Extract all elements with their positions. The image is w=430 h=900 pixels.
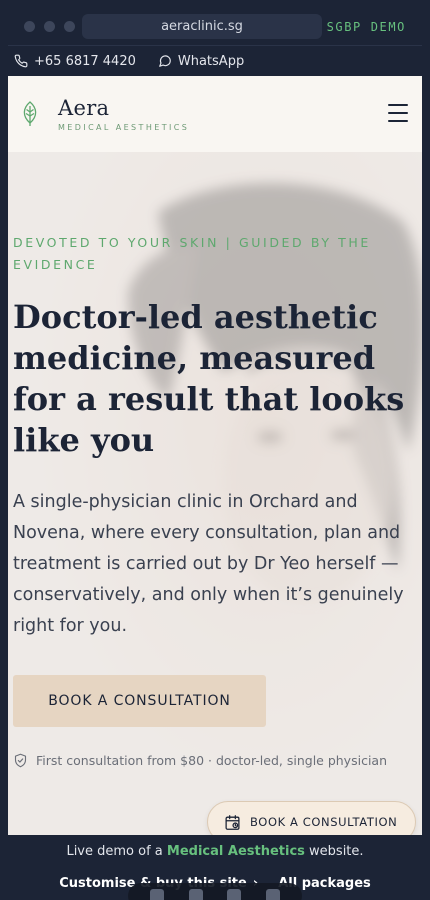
calendar-icon (225, 814, 240, 830)
floating-book-label: BOOK A CONSULTATION (250, 815, 398, 829)
window-controls (24, 21, 75, 32)
whatsapp-link[interactable]: WhatsApp (158, 54, 244, 69)
whatsapp-label: WhatsApp (177, 53, 245, 69)
bottom-dock (128, 883, 302, 900)
hamburger-icon (388, 120, 408, 122)
demo-suffix: website. (304, 844, 364, 859)
brand[interactable]: Aera MEDICAL AESTHETICS (58, 96, 189, 132)
menu-button[interactable] (388, 104, 408, 122)
window-dot-icon[interactable] (64, 21, 75, 32)
brand-tagline: MEDICAL AESTHETICS (58, 123, 190, 132)
browser-bar: aeraclinic.sg SGBP DEMO (8, 8, 422, 45)
hero-title: Doctor-led aesthetic medicine, measured … (13, 298, 405, 459)
hamburger-icon (388, 104, 408, 106)
hero-section: DEVOTED TO YOUR SKIN | GUIDED BY THE EVI… (8, 152, 422, 835)
dock-app-icon[interactable] (265, 889, 280, 900)
demo-banner: Live demo of a Medical Aesthetics websit… (0, 835, 430, 900)
phone-link[interactable]: +65 6817 4420 (14, 54, 136, 69)
book-consultation-button[interactable]: BOOK A CONSULTATION (13, 675, 266, 727)
demo-prefix: Live demo of a (66, 844, 167, 859)
hamburger-icon (388, 112, 408, 114)
shield-check-icon (14, 753, 27, 768)
phone-icon (14, 54, 28, 68)
demo-highlight: Medical Aesthetics (166, 844, 305, 859)
phone-number: +65 6817 4420 (34, 53, 136, 69)
dock-app-icon[interactable] (188, 889, 203, 900)
dock-app-icon[interactable] (150, 889, 165, 900)
contact-bar: +65 6817 4420 WhatsApp (8, 45, 422, 76)
assurance-note: First consultation from $80 · doctor-led… (13, 753, 387, 768)
demo-message: Live demo of a Medical Aesthetics websit… (0, 844, 430, 859)
hero-eyebrow: DEVOTED TO YOUR SKIN | GUIDED BY THE EVI… (13, 235, 371, 272)
assurance-text: First consultation from $80 · doctor-led… (36, 753, 387, 768)
leaf-logo-icon[interactable] (20, 101, 40, 127)
site-header: Aera MEDICAL AESTHETICS (8, 76, 422, 152)
hero-lead: A single-physician clinic in Orchard and… (13, 492, 404, 636)
address-bar[interactable]: aeraclinic.sg (82, 14, 322, 39)
window-dot-icon[interactable] (44, 21, 55, 32)
window-dot-icon[interactable] (24, 21, 35, 32)
demo-tag: SGBP DEMO (326, 19, 406, 34)
brand-name: Aera (58, 96, 110, 120)
chat-bubble-icon (159, 55, 171, 67)
dock-app-icon[interactable] (227, 889, 242, 900)
